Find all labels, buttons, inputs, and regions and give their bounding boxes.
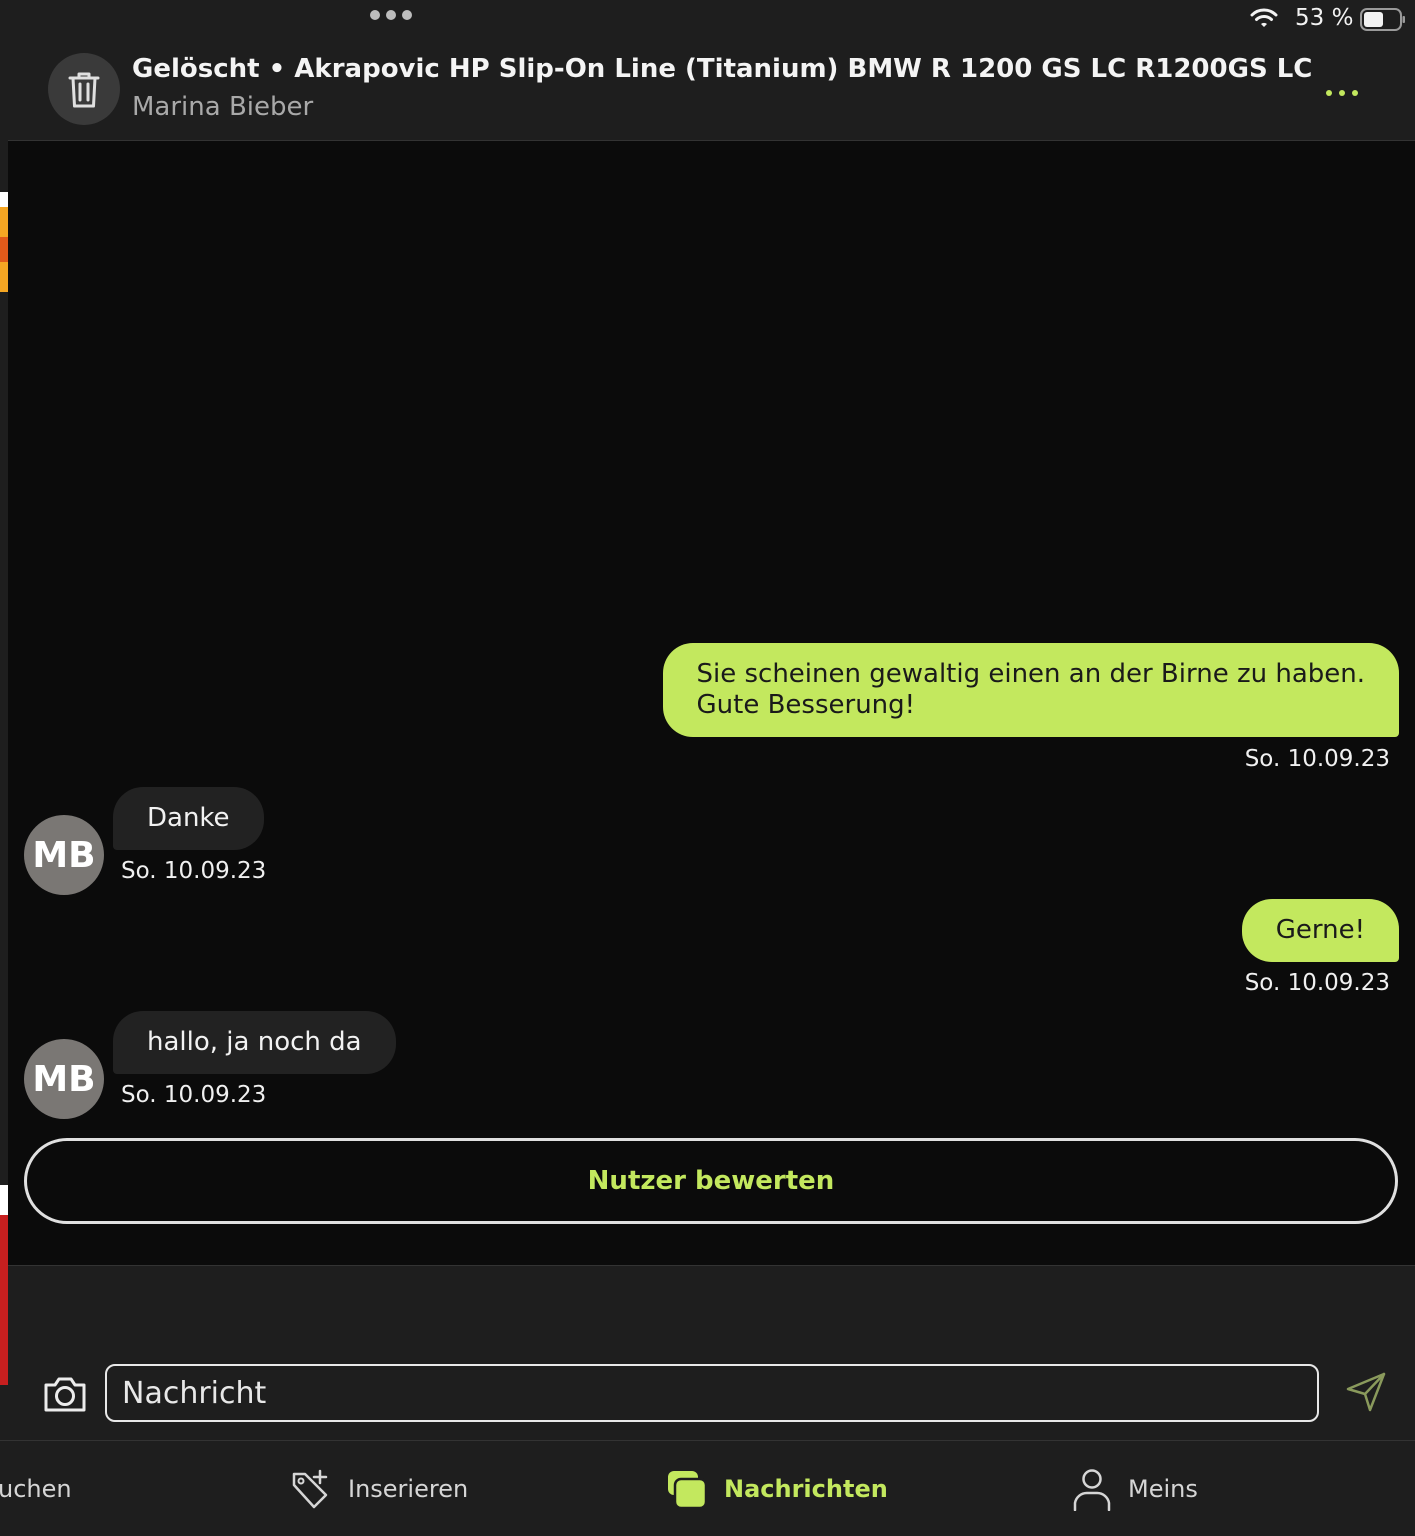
conversation-title[interactable]: Gelöscht • Akrapovic HP Slip-On Line (Ti… bbox=[132, 54, 1312, 84]
message-text: Gute Besserung! bbox=[696, 690, 916, 720]
tab-nachrichten[interactable]: Nachrichten bbox=[666, 1441, 888, 1536]
message-text: Sie scheinen gewaltig einen an der Birne… bbox=[696, 659, 1366, 689]
avatar[interactable]: MB bbox=[24, 815, 104, 895]
trash-icon bbox=[68, 72, 100, 108]
conversation-header: Gelöscht • Akrapovic HP Slip-On Line (Ti… bbox=[8, 40, 1415, 141]
message-text: Gerne! bbox=[1275, 915, 1365, 945]
chat-bubbles-icon bbox=[668, 1471, 708, 1510]
message-timestamp: So. 10.09.23 bbox=[121, 858, 267, 884]
message-composer bbox=[8, 1265, 1415, 1440]
message-timestamp: So. 10.09.23 bbox=[1244, 970, 1390, 996]
more-options-button[interactable] bbox=[1318, 78, 1366, 108]
battery-percentage: 53 % bbox=[1295, 5, 1354, 31]
conversation-partner-name[interactable]: Marina Bieber bbox=[132, 92, 313, 122]
tab-label: uchen bbox=[0, 1475, 72, 1503]
message-bubble-received[interactable]: Danke bbox=[113, 787, 264, 850]
message-bubble-sent[interactable]: Sie scheinen gewaltig einen an der Birne… bbox=[662, 643, 1399, 737]
message-timestamp: So. 10.09.23 bbox=[1244, 746, 1390, 772]
more-dots-icon bbox=[1326, 90, 1332, 96]
rate-user-button[interactable]: Nutzer bewerten bbox=[24, 1138, 1398, 1224]
tab-inserieren[interactable]: Inserieren bbox=[290, 1441, 468, 1536]
rate-user-label: Nutzer bewerten bbox=[587, 1166, 835, 1196]
background-app-thumbnail bbox=[0, 192, 8, 292]
tab-meins[interactable]: Meins bbox=[1072, 1441, 1198, 1536]
multitask-dots-icon[interactable] bbox=[370, 10, 412, 20]
avatar[interactable]: MB bbox=[24, 1039, 104, 1119]
background-app-thumbnail bbox=[0, 1185, 8, 1385]
tab-label: Inserieren bbox=[348, 1475, 469, 1503]
message-input[interactable] bbox=[105, 1364, 1319, 1422]
message-timestamp: So. 10.09.23 bbox=[121, 1082, 267, 1108]
tab-label: Meins bbox=[1128, 1475, 1198, 1503]
tab-label: Nachrichten bbox=[724, 1475, 888, 1503]
message-text: Danke bbox=[147, 803, 230, 833]
chat-screen: 53 % Gelöscht • Akrapovic HP Slip-On Lin… bbox=[0, 0, 1415, 1536]
message-bubble-sent[interactable]: Gerne! bbox=[1241, 899, 1399, 962]
tag-plus-icon bbox=[292, 1469, 328, 1509]
wifi-icon bbox=[1250, 8, 1278, 27]
tab-search[interactable]: uchen bbox=[0, 1441, 72, 1536]
message-text: hallo, ja noch da bbox=[147, 1027, 362, 1057]
camera-icon[interactable] bbox=[42, 1374, 88, 1414]
status-bar: 53 % bbox=[8, 0, 1415, 40]
background-app-edge bbox=[0, 0, 8, 1440]
item-thumbnail[interactable] bbox=[48, 53, 120, 125]
tab-bar: uchen Inserieren Nachrichten Meins bbox=[0, 1440, 1415, 1536]
person-icon bbox=[1073, 1469, 1111, 1511]
send-icon[interactable] bbox=[1344, 1370, 1390, 1414]
battery-icon bbox=[1360, 8, 1405, 31]
message-bubble-received[interactable]: hallo, ja noch da bbox=[113, 1011, 396, 1074]
